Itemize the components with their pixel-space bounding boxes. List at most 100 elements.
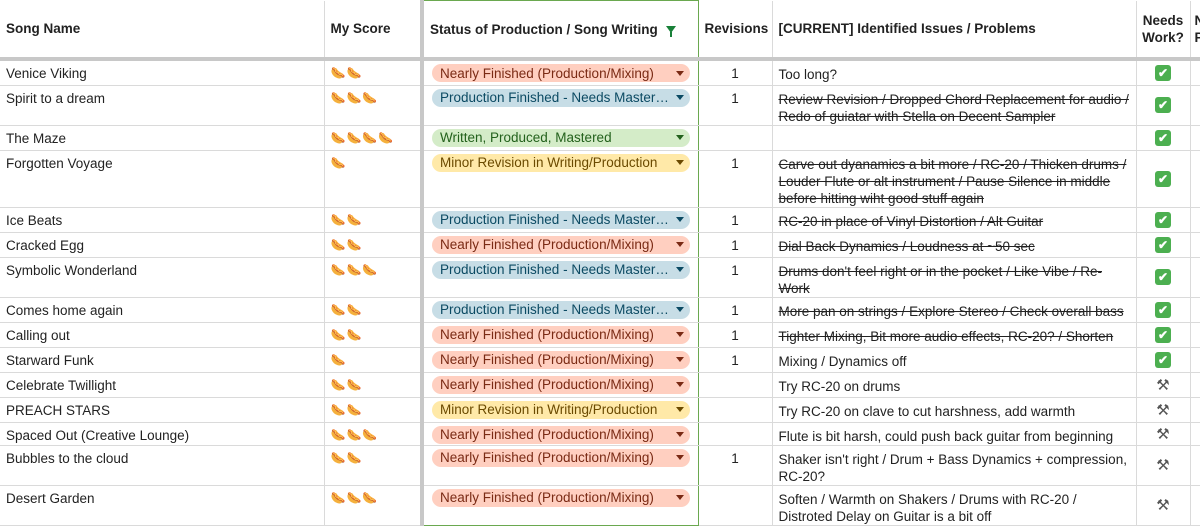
issue-cell[interactable]: RC-20 in place of Vinyl Distortion / Alt…	[772, 207, 1137, 233]
needs-work-cell[interactable]: ⚒	[1136, 485, 1191, 526]
chevron-down-icon[interactable]	[675, 407, 684, 412]
issue-cell[interactable]: Review Revision / Dropped Chord Replacem…	[772, 85, 1137, 126]
status-dropdown-chip[interactable]: Minor Revision in Writing/Production	[432, 153, 690, 172]
status-dropdown-chip[interactable]: Production Finished - Needs Mastering	[432, 260, 690, 279]
issue-cell[interactable]: More pan on strings / Explore Stereo / C…	[772, 297, 1137, 323]
song-name-cell[interactable]: The Maze	[0, 125, 325, 151]
revisions-cell[interactable]: 1	[698, 150, 773, 208]
status-cell[interactable]: Nearly Finished (Production/Mixing)	[421, 322, 699, 348]
status-cell[interactable]: Minor Revision in Writing/Production	[421, 150, 699, 208]
status-dropdown-chip[interactable]: Production Finished - Needs Mastering	[432, 210, 690, 229]
status-dropdown-chip[interactable]: Nearly Finished (Production/Mixing)	[432, 375, 690, 394]
song-name-cell[interactable]: Starward Funk	[0, 347, 325, 373]
issue-cell[interactable]: Try RC-20 on drums	[772, 372, 1137, 398]
status-cell[interactable]: Written, Produced, Mastered	[421, 125, 699, 151]
status-cell[interactable]: Nearly Finished (Production/Mixing)	[421, 445, 699, 486]
revisions-cell[interactable]: 1	[698, 322, 773, 348]
revisions-cell[interactable]: 1	[698, 347, 773, 373]
chevron-down-icon[interactable]	[675, 432, 684, 437]
revisions-cell[interactable]: 1	[698, 297, 773, 323]
chevron-down-icon[interactable]	[675, 307, 684, 312]
cut-off-cell[interactable]	[1190, 125, 1200, 151]
needs-work-cell[interactable]: ✔	[1136, 297, 1191, 323]
song-name-cell[interactable]: Forgotten Voyage	[0, 150, 325, 208]
chevron-down-icon[interactable]	[675, 217, 684, 222]
needs-work-cell[interactable]: ✔	[1136, 232, 1191, 258]
song-name-cell[interactable]: PREACH STARS	[0, 397, 325, 423]
song-name-cell[interactable]: Calling out	[0, 322, 325, 348]
score-cell[interactable]: 🌭🌭	[324, 372, 424, 398]
chevron-down-icon[interactable]	[675, 160, 684, 165]
score-cell[interactable]: 🌭🌭	[324, 59, 424, 86]
cut-off-cell[interactable]	[1190, 232, 1200, 258]
song-name-cell[interactable]: Desert Garden	[0, 485, 325, 526]
issue-cell[interactable]: Dial Back Dynamics / Loudness at ~50 sec	[772, 232, 1137, 258]
issue-cell[interactable]: Mixing / Dynamics off	[772, 347, 1137, 373]
column-header-needs-work[interactable]: Needs Work?	[1136, 0, 1191, 61]
column-header-cut-off[interactable]: N P	[1190, 0, 1200, 61]
status-cell[interactable]: Production Finished - Needs Mastering	[421, 85, 699, 126]
song-name-cell[interactable]: Symbolic Wonderland	[0, 257, 325, 298]
needs-work-cell[interactable]: ⚒	[1136, 397, 1191, 423]
needs-work-cell[interactable]: ✔	[1136, 347, 1191, 373]
needs-work-cell[interactable]: ✔	[1136, 322, 1191, 348]
cut-off-cell[interactable]	[1190, 297, 1200, 323]
needs-work-cell[interactable]: ✔	[1136, 125, 1191, 151]
status-cell[interactable]: Nearly Finished (Production/Mixing)	[421, 59, 699, 86]
song-name-cell[interactable]: Cracked Egg	[0, 232, 325, 258]
status-cell[interactable]: Production Finished - Needs Mastering	[421, 257, 699, 298]
song-name-cell[interactable]: Ice Beats	[0, 207, 325, 233]
column-header-song-name[interactable]: Song Name	[0, 0, 325, 61]
score-cell[interactable]: 🌭🌭	[324, 232, 424, 258]
status-dropdown-chip[interactable]: Production Finished - Needs Mastering	[432, 300, 690, 319]
status-dropdown-chip[interactable]: Written, Produced, Mastered	[432, 128, 690, 147]
chevron-down-icon[interactable]	[675, 70, 684, 76]
issue-cell[interactable]: Too long?	[772, 59, 1137, 86]
status-dropdown-chip[interactable]: Nearly Finished (Production/Mixing)	[432, 350, 690, 369]
status-dropdown-chip[interactable]: Nearly Finished (Production/Mixing)	[432, 425, 690, 444]
score-cell[interactable]: 🌭🌭	[324, 297, 424, 323]
status-cell[interactable]: Nearly Finished (Production/Mixing)	[421, 485, 699, 526]
needs-work-cell[interactable]: ⚒	[1136, 372, 1191, 398]
song-name-cell[interactable]: Bubbles to the cloud	[0, 445, 325, 486]
cut-off-cell[interactable]	[1190, 397, 1200, 423]
status-dropdown-chip[interactable]: Minor Revision in Writing/Production	[432, 400, 690, 419]
needs-work-cell[interactable]: ✔	[1136, 150, 1191, 208]
status-dropdown-chip[interactable]: Nearly Finished (Production/Mixing)	[432, 235, 690, 254]
song-name-cell[interactable]: Spaced Out (Creative Lounge)	[0, 422, 325, 446]
revisions-cell[interactable]: 1	[698, 59, 773, 86]
score-cell[interactable]: 🌭🌭	[324, 445, 424, 486]
issue-cell[interactable]: Carve out dyanamics a bit more / RC-20 /…	[772, 150, 1137, 208]
cut-off-cell[interactable]	[1190, 445, 1200, 486]
song-name-cell[interactable]: Comes home again	[0, 297, 325, 323]
score-cell[interactable]: 🌭🌭	[324, 397, 424, 423]
cut-off-cell[interactable]	[1190, 347, 1200, 373]
status-cell[interactable]: Nearly Finished (Production/Mixing)	[421, 232, 699, 258]
cut-off-cell[interactable]	[1190, 207, 1200, 233]
revisions-cell[interactable]	[698, 485, 773, 526]
filter-icon[interactable]	[665, 25, 676, 37]
issue-cell[interactable]: Try RC-20 on clave to cut harshness, add…	[772, 397, 1137, 423]
needs-work-cell[interactable]: ✔	[1136, 207, 1191, 233]
cut-off-cell[interactable]	[1190, 59, 1200, 86]
score-cell[interactable]: 🌭🌭🌭	[324, 257, 424, 298]
score-cell[interactable]: 🌭	[324, 347, 424, 373]
score-cell[interactable]: 🌭	[324, 150, 424, 208]
issue-cell[interactable]: Drums don't feel right or in the pocket …	[772, 257, 1137, 298]
column-header-status[interactable]: Status of Production / Song Writing	[421, 0, 699, 61]
status-dropdown-chip[interactable]: Production Finished - Needs Mastering	[432, 88, 690, 107]
chevron-down-icon[interactable]	[675, 455, 684, 460]
column-header-revisions[interactable]: Revisions	[698, 0, 773, 61]
issue-cell[interactable]: Soften / Warmth on Shakers / Drums with …	[772, 485, 1137, 526]
column-header-my-score[interactable]: My Score	[324, 0, 424, 61]
revisions-cell[interactable]: 1	[698, 207, 773, 233]
issue-cell[interactable]: Shaker isn't right / Drum + Bass Dynamic…	[772, 445, 1137, 486]
revisions-cell[interactable]	[698, 125, 773, 151]
needs-work-cell[interactable]: ✔	[1136, 85, 1191, 126]
revisions-cell[interactable]: 1	[698, 232, 773, 258]
cut-off-cell[interactable]	[1190, 372, 1200, 398]
score-cell[interactable]: 🌭🌭🌭	[324, 85, 424, 126]
status-dropdown-chip[interactable]: Nearly Finished (Production/Mixing)	[432, 488, 690, 507]
status-cell[interactable]: Production Finished - Needs Mastering	[421, 297, 699, 323]
chevron-down-icon[interactable]	[675, 135, 684, 140]
